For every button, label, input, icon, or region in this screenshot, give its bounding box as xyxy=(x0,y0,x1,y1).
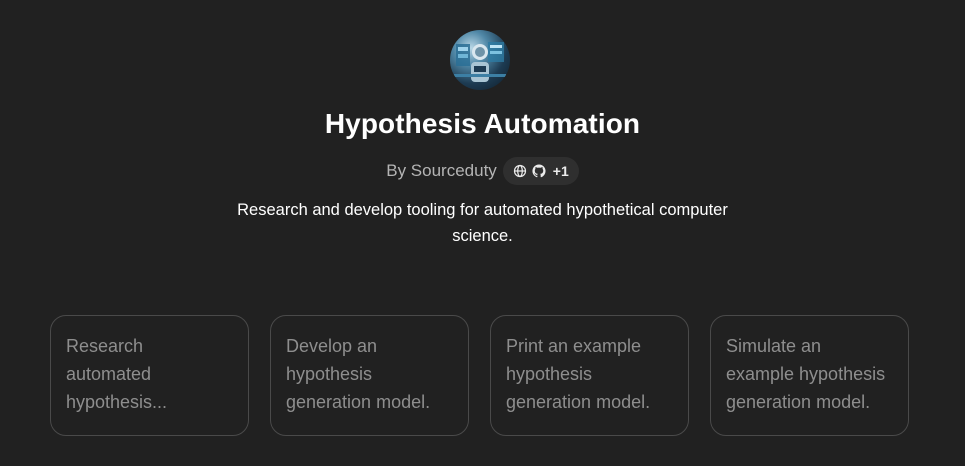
starter-card[interactable]: Print an example hypothesis generation m… xyxy=(490,315,689,436)
starter-card[interactable]: Develop an hypothesis generation model. xyxy=(270,315,469,436)
starter-card[interactable]: Simulate an example hypothesis generatio… xyxy=(710,315,909,436)
github-icon xyxy=(532,164,546,178)
byline: By Sourceduty +1 xyxy=(0,157,965,185)
starter-card[interactable]: Research automated hypothesis... xyxy=(50,315,249,436)
author-label: By Sourceduty xyxy=(386,161,497,180)
links-more-count: +1 xyxy=(552,163,569,179)
globe-icon xyxy=(513,164,527,178)
links-pill[interactable]: +1 xyxy=(502,157,579,185)
gpt-title: Hypothesis Automation xyxy=(324,108,641,139)
gpt-intro-page: Hypothesis Automation By Sourceduty +1 R… xyxy=(0,0,965,466)
gpt-avatar xyxy=(450,30,510,90)
conversation-starters: Research automated hypothesis... Develop… xyxy=(50,315,909,436)
gpt-description: Research and develop tooling for automat… xyxy=(237,201,728,245)
